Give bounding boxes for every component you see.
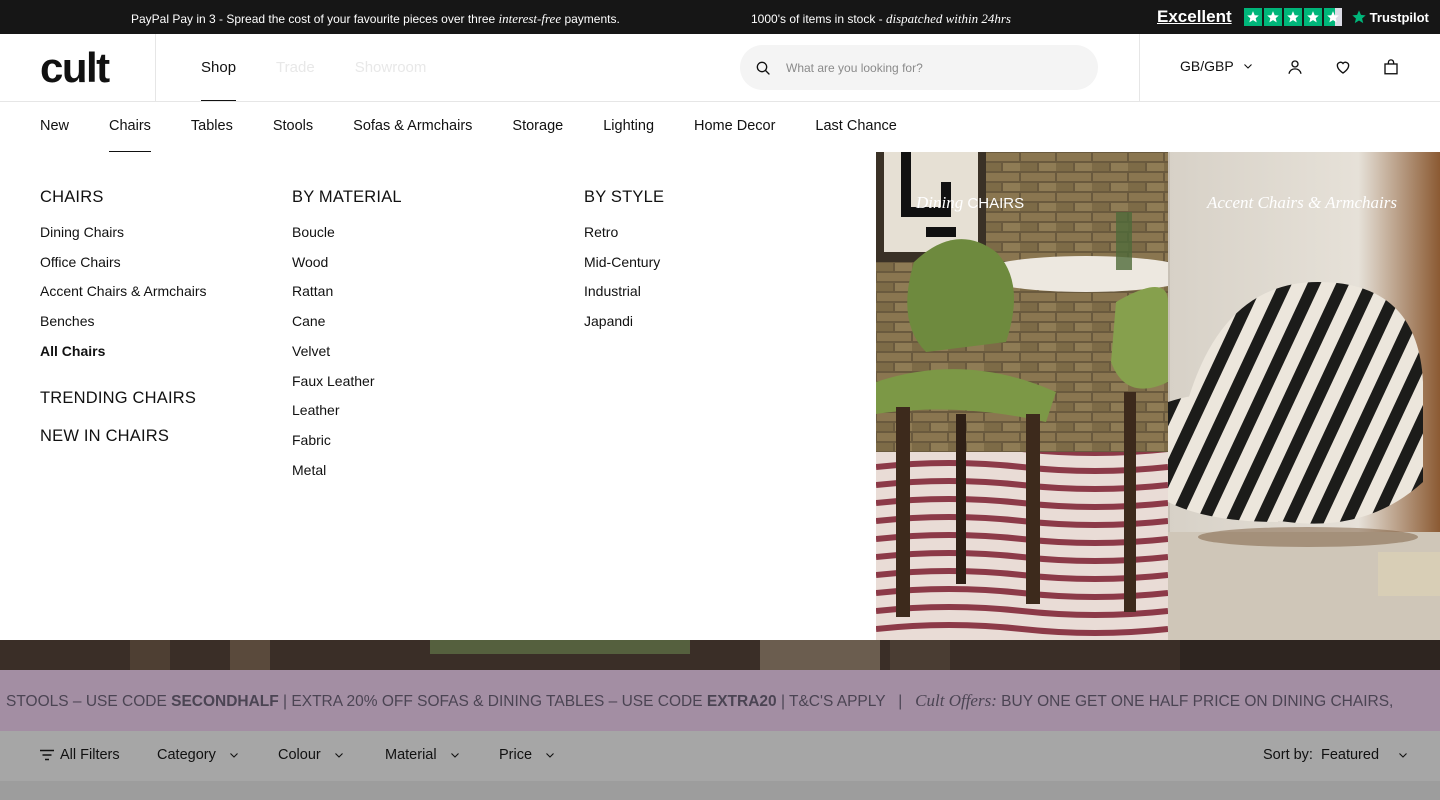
by-material-heading: BY MATERIAL	[292, 188, 402, 206]
promo-ticker: STOOLS – USE CODE SECONDHALF | EXTRA 20%…	[0, 670, 1440, 731]
category-new[interactable]: New	[40, 102, 69, 152]
main-nav: Shop Trade Showroom	[201, 34, 426, 101]
page-behind-overlay: STOOLS – USE CODE SECONDHALF | EXTRA 20%…	[0, 640, 1440, 800]
promo-dining-caption: Dining CHAIRS	[916, 193, 1025, 212]
link-cane[interactable]: Cane	[292, 307, 402, 337]
style-column: BY STYLE Retro Mid-Century Industrial Ja…	[584, 188, 664, 337]
link-industrial[interactable]: Industrial	[584, 277, 664, 307]
link-japandi[interactable]: Japandi	[584, 307, 664, 337]
link-boucle[interactable]: Boucle	[292, 218, 402, 248]
link-leather[interactable]: Leather	[292, 396, 402, 426]
cult-logo[interactable]: cult	[40, 47, 110, 89]
category-storage[interactable]: Storage	[512, 102, 563, 152]
star-icon	[1263, 8, 1282, 26]
all-filters-button[interactable]: All Filters	[40, 747, 120, 763]
star-icon	[1303, 8, 1322, 26]
paypal-message: PayPal Pay in 3 - Spread the cost of you…	[131, 11, 620, 26]
category-sofas-armchairs[interactable]: Sofas & Armchairs	[353, 102, 472, 152]
trustpilot-widget[interactable]: Excellent Trustpilot	[1157, 7, 1429, 27]
hero-image-fragment	[0, 640, 1440, 670]
product-grid-edge	[0, 781, 1440, 800]
site-header: cult Shop Trade Showroom GB/GBP	[0, 34, 1440, 102]
nav-showroom[interactable]: Showroom	[355, 34, 427, 101]
hero-image-strip	[0, 640, 1440, 670]
promo-accent-caption: Accent Chairs & Armchairs	[1207, 193, 1397, 212]
currency-selector[interactable]: GB/GBP	[1180, 58, 1254, 74]
rating-stars	[1243, 8, 1342, 26]
search-input[interactable]	[786, 45, 1086, 90]
chairs-mega-menu: CHAIRS Dining Chairs Office Chairs Accen…	[0, 152, 876, 640]
material-filter-dropdown[interactable]: Material	[385, 747, 461, 763]
wishlist-heart-icon[interactable]	[1334, 58, 1352, 76]
trustpilot-logo: Trustpilot	[1351, 9, 1429, 25]
chevron-down-icon	[1243, 64, 1252, 69]
promo-dining-chairs[interactable]: Dining CHAIRS	[876, 152, 1168, 640]
category-tables[interactable]: Tables	[191, 102, 233, 152]
link-all-chairs[interactable]: All Chairs	[40, 337, 207, 367]
category-home-decor[interactable]: Home Decor	[694, 102, 775, 152]
nav-shop[interactable]: Shop	[201, 34, 237, 101]
link-retro[interactable]: Retro	[584, 218, 664, 248]
link-wood[interactable]: Wood	[292, 248, 402, 278]
chevron-down-icon	[546, 753, 554, 758]
link-dining-chairs[interactable]: Dining Chairs	[40, 218, 207, 248]
material-column: BY MATERIAL Boucle Wood Rattan Cane Velv…	[292, 188, 402, 485]
announcement-bar: PayPal Pay in 3 - Spread the cost of you…	[0, 0, 1440, 34]
promo-accent-chairs[interactable]: Accent Chairs & Armchairs	[1168, 152, 1440, 640]
category-filter-dropdown[interactable]: Category	[157, 747, 240, 763]
rating-word: Excellent	[1157, 7, 1232, 26]
half-star-icon	[1323, 8, 1342, 26]
sort-value: Featured	[1320, 747, 1380, 763]
link-velvet[interactable]: Velvet	[292, 337, 402, 367]
link-mid-century[interactable]: Mid-Century	[584, 248, 664, 278]
new-in-chairs-heading[interactable]: NEW IN CHAIRS	[40, 427, 207, 446]
header-divider	[155, 34, 156, 101]
currency-label: GB/GBP	[1180, 58, 1234, 74]
category-last-chance[interactable]: Last Chance	[815, 102, 896, 152]
dining-chairs-image	[876, 152, 1168, 640]
filter-bar: All Filters Category Colour Material Pri…	[0, 731, 1440, 781]
header-divider	[1139, 34, 1140, 101]
chevron-down-icon	[450, 753, 459, 758]
link-accent-chairs[interactable]: Accent Chairs & Armchairs	[40, 277, 207, 307]
account-icon[interactable]	[1286, 58, 1304, 76]
link-benches[interactable]: Benches	[40, 307, 207, 337]
trustpilot-star-icon	[1351, 10, 1366, 24]
nav-trade[interactable]: Trade	[276, 34, 315, 101]
filter-lines-icon	[40, 749, 54, 761]
category-chairs[interactable]: Chairs	[109, 102, 151, 152]
by-style-heading: BY STYLE	[584, 188, 665, 206]
chevron-down-icon	[334, 753, 343, 758]
star-icon	[1243, 8, 1262, 26]
colour-filter-dropdown[interactable]: Colour	[278, 747, 345, 763]
category-stools[interactable]: Stools	[273, 102, 313, 152]
category-nav: New Chairs Tables Stools Sofas & Armchai…	[40, 102, 897, 152]
link-rattan[interactable]: Rattan	[292, 277, 402, 307]
cart-bag-icon[interactable]	[1382, 58, 1400, 76]
link-office-chairs[interactable]: Office Chairs	[40, 248, 207, 278]
search-icon[interactable]	[755, 60, 771, 76]
chevron-down-icon	[229, 753, 238, 758]
sort-dropdown[interactable]: Sort by: Featured	[1263, 747, 1409, 763]
stock-message: 1000's of items in stock - dispatched wi…	[751, 11, 1011, 26]
star-icon	[1283, 8, 1302, 26]
price-filter-dropdown[interactable]: Price	[499, 747, 556, 763]
chairs-column: CHAIRS Dining Chairs Office Chairs Accen…	[40, 188, 207, 446]
trending-chairs-heading[interactable]: TRENDING CHAIRS	[40, 389, 207, 408]
link-fabric[interactable]: Fabric	[292, 426, 402, 456]
search-bar[interactable]	[740, 45, 1098, 90]
accent-chair-image	[1168, 152, 1440, 640]
link-faux-leather[interactable]: Faux Leather	[292, 367, 402, 397]
chairs-heading[interactable]: CHAIRS	[40, 188, 207, 207]
category-lighting[interactable]: Lighting	[603, 102, 654, 152]
chevron-down-icon	[1399, 753, 1407, 758]
link-metal[interactable]: Metal	[292, 456, 402, 486]
